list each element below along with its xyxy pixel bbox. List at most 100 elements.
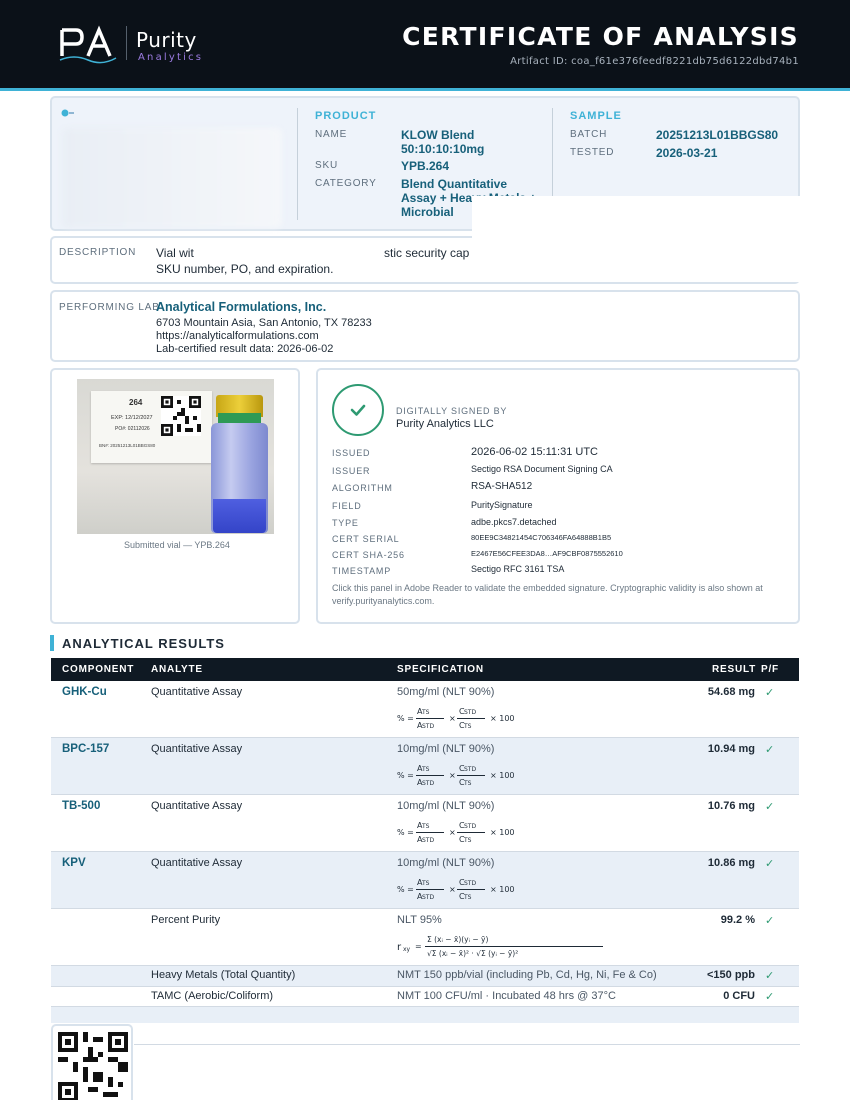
product-category-line3: Microbial [401, 205, 454, 219]
sample-batch-value: 20251213L01BBGS80 [656, 128, 779, 142]
results-accent-bar [50, 635, 54, 651]
sample-batch-label: BATCH [570, 129, 608, 140]
sig-value-cert-sha: E2467E56CFEE3DA8…AF9CBF0875552610 [471, 549, 623, 558]
row-result: 10.86 mg [707, 857, 755, 869]
table-row: BPC-157 Quantitative Assay 10mg/ml (NLT … [51, 738, 799, 795]
sample-section-title: SAMPLE [570, 110, 622, 122]
table-row: KPV Quantitative Assay 10mg/ml (NLT 90%)… [51, 852, 799, 909]
th-analyte: ANALYTE [151, 664, 203, 675]
th-result: RESULT [712, 664, 757, 675]
sig-value-issued: 2026-06-02 15:11:31 UTC [471, 446, 598, 458]
product-category-line1: Blend Quantitative [401, 177, 508, 191]
sig-label-algorithm: ALGORITHM [332, 483, 393, 493]
row-component: GHK-Cu [62, 686, 107, 698]
product-sku-label: SKU [315, 160, 338, 171]
sticker-number: 264 [129, 398, 143, 407]
row-result: 0 CFU [723, 990, 755, 1002]
sticker-bn: BN#: 20251213L01BBGS80 [99, 443, 156, 448]
verification-qr-card[interactable] [51, 1024, 133, 1100]
assay-formula: % = A TS A STD × C STD C TS × 100 [397, 878, 515, 901]
table-row: GHK-Cu Quantitative Assay 50mg/ml (NLT 9… [51, 681, 799, 738]
table-footer-band [51, 1007, 799, 1023]
description-line2: SKU number, PO, and expiration. [156, 262, 334, 276]
row-analyte: Quantitative Assay [151, 857, 243, 869]
table-row: TAMC (Aerobic/Coliform) NMT 100 CFU/ml ·… [51, 987, 799, 1007]
sig-label-type: TYPE [332, 518, 359, 528]
vial-label-sticker: 264 EXP: 12/12/2027 PO#: 02112026 BN#: 2… [91, 391, 212, 463]
lab-certified-date: Lab-certified result data: 2026-06-02 [156, 343, 334, 355]
sample-tested-value: 2026-03-21 [656, 146, 718, 160]
row-spec: 50mg/ml (NLT 90%) [397, 686, 495, 698]
sig-label-issuer: ISSUER [332, 466, 371, 476]
logo-subtitle: Analytics [138, 52, 204, 63]
signature-heading: DIGITALLY SIGNED BY [396, 406, 508, 416]
sig-label-issued: ISSUED [332, 448, 371, 458]
vial-photo: 264 EXP: 12/12/2027 PO#: 02112026 BN#: 2… [77, 379, 274, 534]
row-spec: NMT 100 CFU/ml · Incubated 48 hrs @ 37°C [397, 990, 616, 1002]
row-analyte: Quantitative Assay [151, 743, 243, 755]
th-specification: SPECIFICATION [397, 664, 484, 675]
page-header: Purity Analytics CERTIFICATE OF ANALYSIS… [0, 0, 850, 88]
sig-value-issuer: Sectigo RSA Document Signing CA [471, 464, 613, 474]
checkmark-icon [350, 404, 366, 416]
vial-photo-card: 264 EXP: 12/12/2027 PO#: 02112026 BN#: 2… [50, 368, 300, 624]
results-table-header: COMPONENT ANALYTE SPECIFICATION RESULT P… [51, 658, 799, 681]
logo-mark-icon [54, 22, 120, 64]
product-section-title: PRODUCT [315, 110, 377, 122]
row-component: BPC-157 [62, 743, 110, 755]
row-result: 99.2 % [720, 914, 755, 926]
divider-product [297, 108, 298, 220]
sig-value-timestamp: Sectigo RFC 3161 TSA [471, 564, 565, 574]
vial-neck [218, 413, 261, 423]
row-component: TB-500 [62, 800, 101, 812]
logo-name: Purity [136, 28, 197, 52]
signature-note: Click this panel in Adobe Reader to vali… [332, 583, 763, 606]
photo-caption: Submitted vial — YPB.264 [124, 540, 230, 550]
sig-label-cert-sha: CERT SHA-256 [332, 550, 405, 560]
row-analyte: Quantitative Assay [151, 800, 243, 812]
row-analyte: TAMC (Aerobic/Coliform) [151, 990, 274, 1002]
company-logo: Purity Analytics [54, 22, 210, 64]
purity-formula: r xy = Σ (xᵢ − x̄)(yᵢ − ȳ) √Σ (xᵢ − x̄)²… [397, 934, 617, 962]
sticker-qr-icon [161, 396, 201, 436]
redaction-mask-b [472, 196, 850, 282]
th-component: COMPONENT [62, 664, 135, 675]
row-result: 10.76 mg [707, 800, 755, 812]
lab-name: Analytical Formulations, Inc. [156, 300, 327, 314]
signature-signer: Purity Analytics LLC [396, 418, 494, 430]
pass-check-icon: ✓ [765, 970, 775, 982]
th-pass-fail: P/F [761, 664, 779, 675]
assay-formula: % = A TS A STD × C STD C TS × 100 [397, 821, 515, 844]
lab-label: PERFORMING LAB [59, 302, 160, 313]
description-label: DESCRIPTION [59, 247, 137, 258]
row-analyte: Quantitative Assay [151, 686, 243, 698]
row-spec: NMT 150 ppb/vial (including Pb, Cd, Hg, … [397, 969, 657, 981]
sig-value-type: adbe.pkcs7.detached [471, 517, 557, 527]
digital-signature-panel[interactable]: DIGITALLY SIGNED BY Purity Analytics LLC… [316, 368, 800, 624]
sticker-po: PO#: 02112026 [115, 426, 150, 432]
lab-address: 6703 Mountain Asia, San Antonio, TX 7823… [156, 317, 372, 329]
description-line1-start: Vial wit [156, 246, 194, 260]
pass-check-icon: ✓ [765, 858, 775, 870]
results-title: ANALYTICAL RESULTS [62, 636, 225, 651]
logo-divider [126, 26, 127, 60]
assay-formula: % = A TS A STD × C STD C TS × 100 [397, 707, 515, 730]
assay-formula: % = A TS A STD × C STD C TS × 100 [397, 764, 515, 787]
product-sku-value: YPB.264 [401, 159, 450, 173]
verification-qr-icon[interactable] [58, 1032, 128, 1100]
row-spec: 10mg/ml (NLT 90%) [397, 743, 495, 755]
pass-check-icon: ✓ [765, 801, 775, 813]
pass-check-icon: ✓ [765, 991, 775, 1003]
signature-check-badge [332, 384, 384, 436]
performing-lab-card: PERFORMING LAB Analytical Formulations, … [50, 290, 800, 362]
sig-label-cert-serial: CERT SERIAL [332, 534, 400, 544]
row-result: 10.94 mg [707, 743, 755, 755]
lab-url[interactable]: https://analyticalformulations.com [156, 329, 319, 343]
table-row: TB-500 Quantitative Assay 10mg/ml (NLT 9… [51, 795, 799, 852]
sig-value-algorithm: RSA-SHA512 [471, 481, 533, 492]
vial-powder [213, 499, 266, 533]
sig-value-cert-serial: 80EE9C34821454C706346FA64888B1B5 [471, 533, 612, 542]
row-analyte: Percent Purity [151, 914, 221, 926]
row-spec: 10mg/ml (NLT 90%) [397, 800, 495, 812]
row-spec: 10mg/ml (NLT 90%) [397, 857, 495, 869]
